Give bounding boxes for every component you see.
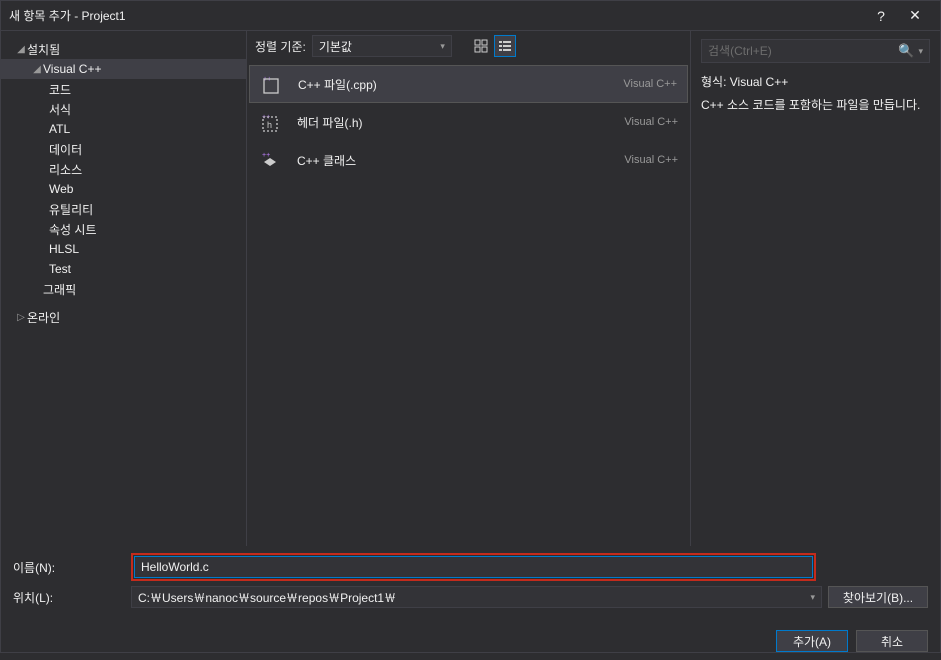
tree-code[interactable]: 코드	[1, 79, 246, 99]
template-lang: Visual C++	[623, 78, 677, 90]
search-box[interactable]: 🔍 ▾	[701, 39, 930, 63]
view-medium-icons-button[interactable]	[470, 35, 492, 57]
chevron-down-icon: ◢	[15, 44, 27, 55]
tree-label: 코드	[49, 81, 71, 98]
template-label: C++ 클래스	[297, 152, 610, 169]
add-button[interactable]: 추가(A)	[776, 630, 848, 652]
tree-atl[interactable]: ATL	[1, 119, 246, 139]
chevron-down-icon: ▾	[810, 592, 815, 603]
tree-label: Test	[49, 262, 71, 276]
grid-icon	[474, 39, 488, 53]
chevron-down-icon: ◢	[31, 64, 43, 75]
cpp-class-icon: ++	[259, 148, 283, 172]
browse-button[interactable]: 찾아보기(B)...	[828, 586, 928, 608]
tree-web[interactable]: Web	[1, 179, 246, 199]
template-lang: Visual C++	[624, 154, 678, 166]
location-dropdown[interactable]: C:￦Users￦nanoc￦source￦repos￦Project1￦ ▾	[131, 586, 822, 608]
tree-label: 온라인	[27, 309, 60, 326]
template-label: 헤더 파일(.h)	[297, 114, 610, 131]
template-label: C++ 파일(.cpp)	[298, 76, 609, 93]
tree-label: 그래픽	[43, 281, 76, 298]
name-field-highlight	[131, 553, 816, 581]
help-button[interactable]: ?	[864, 2, 898, 30]
sort-dropdown[interactable]: 기본값 ▾	[312, 35, 452, 57]
category-tree: ◢ 설치됨 ◢ Visual C++ 코드 서식 ATL 데이터 리소스 Web…	[1, 31, 246, 546]
sort-value: 기본값	[319, 38, 352, 55]
template-list: ++ C++ 파일(.cpp) Visual C++ ++h 헤더 파일(.h)…	[247, 61, 690, 546]
tree-installed[interactable]: ◢ 설치됨	[1, 39, 246, 59]
tree-label: Visual C++	[43, 62, 101, 76]
template-header-file[interactable]: ++h 헤더 파일(.h) Visual C++	[249, 103, 688, 141]
tree-graphic[interactable]: 그래픽	[1, 279, 246, 299]
header-file-icon: ++h	[259, 110, 283, 134]
tree-label: 데이터	[49, 141, 82, 158]
template-cpp-file[interactable]: ++ C++ 파일(.cpp) Visual C++	[249, 65, 688, 103]
tree-label: ATL	[49, 122, 70, 136]
detail-type: 형식: Visual C++	[701, 73, 930, 90]
tree-hlsl[interactable]: HLSL	[1, 239, 246, 259]
svg-text:++: ++	[262, 152, 270, 159]
chevron-down-icon: ▾	[440, 41, 445, 52]
cancel-button[interactable]: 취소	[856, 630, 928, 652]
cpp-file-icon: ++	[260, 72, 284, 96]
search-icon: 🔍	[898, 43, 914, 59]
tree-visual-cpp[interactable]: ◢ Visual C++	[1, 59, 246, 79]
location-label: 위치(L):	[13, 589, 125, 606]
view-small-icons-button[interactable]	[494, 35, 516, 57]
sort-label: 정렬 기준:	[255, 38, 306, 55]
tree-label: 유틸리티	[49, 201, 93, 218]
tree-data[interactable]: 데이터	[1, 139, 246, 159]
tree-label: HLSL	[49, 242, 79, 256]
tree-format[interactable]: 서식	[1, 99, 246, 119]
chevron-right-icon: ▷	[15, 312, 27, 323]
tree-propsheet[interactable]: 속성 시트	[1, 219, 246, 239]
tree-utility[interactable]: 유틸리티	[1, 199, 246, 219]
tree-online[interactable]: ▷ 온라인	[1, 307, 246, 327]
tree-label: 서식	[49, 101, 71, 118]
chevron-down-icon[interactable]: ▾	[918, 46, 923, 57]
template-cpp-class[interactable]: ++ C++ 클래스 Visual C++	[249, 141, 688, 179]
name-input[interactable]	[134, 556, 813, 578]
tree-label: 리소스	[49, 161, 82, 178]
tree-test[interactable]: Test	[1, 259, 246, 279]
tree-label: 속성 시트	[49, 221, 97, 238]
search-input[interactable]	[708, 44, 898, 58]
detail-description: C++ 소스 코드를 포함하는 파일을 만듭니다.	[701, 96, 930, 114]
location-value: C:￦Users￦nanoc￦source￦repos￦Project1￦	[138, 589, 396, 606]
name-label: 이름(N):	[13, 559, 125, 576]
tree-label: 설치됨	[27, 41, 60, 58]
template-lang: Visual C++	[624, 116, 678, 128]
close-button[interactable]: ✕	[898, 2, 932, 30]
window-title: 새 항목 추가 - Project1	[9, 7, 864, 24]
svg-text:h: h	[267, 120, 272, 130]
tree-label: Web	[49, 182, 73, 196]
tree-resource[interactable]: 리소스	[1, 159, 246, 179]
list-icon	[498, 39, 512, 53]
